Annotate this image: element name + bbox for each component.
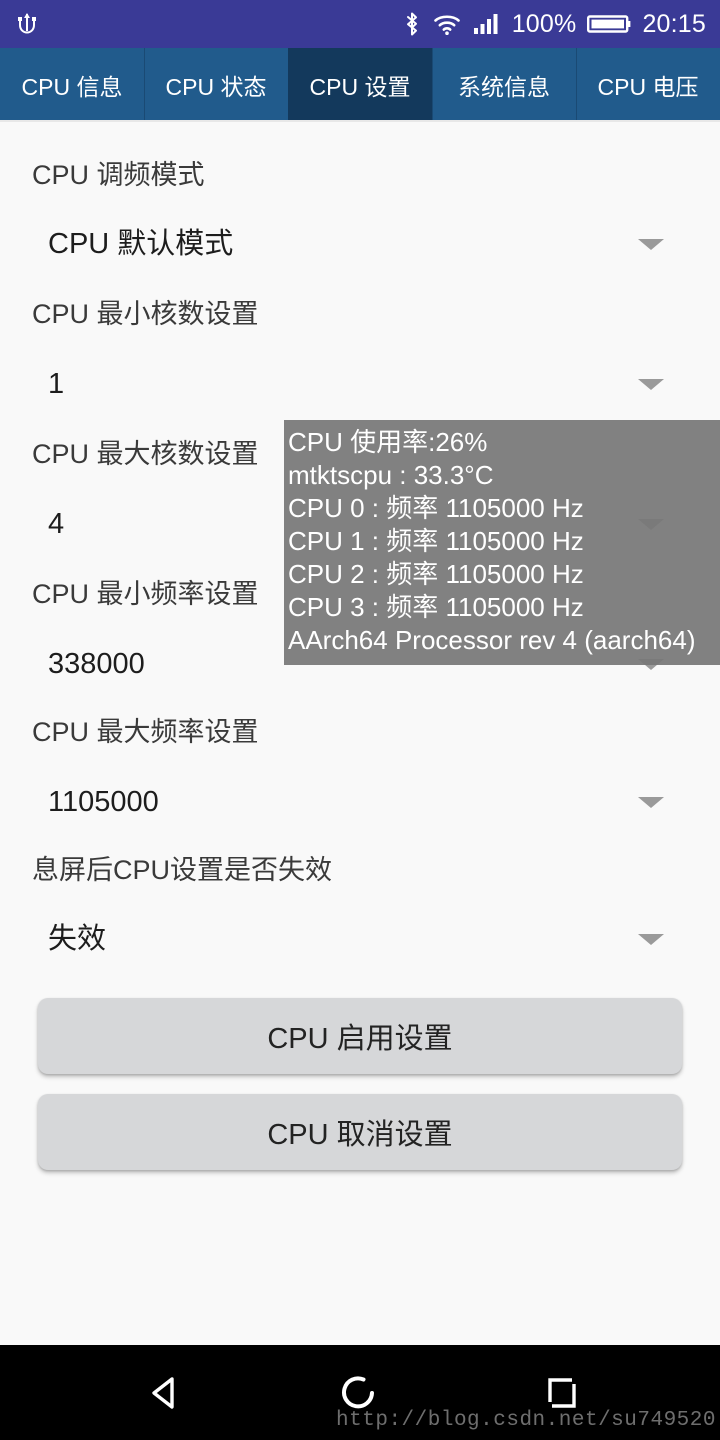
cpu-enable-settings-button[interactable]: CPU 启用设置: [38, 998, 682, 1074]
chevron-down-icon: [638, 797, 664, 808]
chevron-down-icon: [638, 379, 664, 390]
label-cpu-max-cores: CPU 最大核数设置: [32, 439, 259, 469]
label-screen-off-invalidate: 息屏后CPU设置是否失效: [32, 855, 333, 885]
tab-cpu-status[interactable]: CPU 状态: [144, 48, 288, 122]
back-triangle-icon: [143, 1371, 187, 1415]
status-bar-left: [16, 10, 38, 38]
tab-bar: CPU 信息 CPU 状态 CPU 设置 系统信息 CPU 电压: [0, 48, 720, 122]
tab-cpu-settings[interactable]: CPU 设置: [288, 48, 432, 122]
nav-back-button[interactable]: [105, 1345, 225, 1440]
toast-line-temperature: mtktscpu : 33.3°C: [288, 460, 494, 490]
battery-full-icon: [587, 10, 631, 38]
system-navigation-bar: http://blog.csdn.net/su749520: [0, 1345, 720, 1440]
spinner-value-cpu-max-frequency: 1105000: [48, 786, 159, 818]
wifi-icon: [432, 10, 462, 38]
tab-system-info[interactable]: 系统信息: [432, 48, 576, 122]
spinner-screen-off-invalidate[interactable]: 失效: [0, 925, 720, 954]
chevron-down-icon: [638, 239, 664, 250]
spinner-cpu-max-frequency[interactable]: 1105000: [0, 788, 720, 817]
chevron-down-icon: [638, 934, 664, 945]
spinner-cpu-governor-mode[interactable]: CPU 默认模式: [0, 230, 720, 259]
tab-cpu-voltage[interactable]: CPU 电压: [576, 48, 720, 122]
spinner-value-cpu-min-cores: 1: [48, 368, 65, 400]
toast-line-cpu2-frequency: CPU 2 : 频率 1105000 Hz: [288, 559, 584, 589]
settings-content: CPU 调频模式 CPU 默认模式 CPU 最小核数设置 1 CPU 最大核数设…: [0, 122, 720, 1345]
usb-debug-icon: [16, 10, 38, 38]
bluetooth-icon: [403, 10, 421, 38]
label-cpu-min-cores: CPU 最小核数设置: [32, 299, 259, 329]
battery-percent-label: 100%: [511, 9, 577, 38]
home-circle-icon: [338, 1371, 382, 1415]
toast-line-cpu0-frequency: CPU 0 : 频率 1105000 Hz: [288, 493, 584, 523]
cpu-info-toast: CPU 使用率:26% mtktscpu : 33.3°C CPU 0 : 频率…: [284, 420, 720, 665]
label-cpu-min-frequency: CPU 最小频率设置: [32, 579, 259, 609]
label-cpu-max-frequency: CPU 最大频率设置: [32, 717, 259, 747]
toast-line-cpu-usage: CPU 使用率:26%: [288, 427, 488, 457]
toast-line-processor: AArch64 Processor rev 4 (aarch64): [288, 625, 696, 655]
spinner-cpu-min-cores[interactable]: 1: [0, 370, 720, 399]
status-bar: 100% 20:15: [0, 0, 720, 48]
recents-square-icon: [540, 1371, 584, 1415]
spinner-value-cpu-governor-mode: CPU 默认模式: [48, 228, 234, 260]
cellular-signal-icon: [473, 10, 501, 38]
cpu-cancel-settings-button[interactable]: CPU 取消设置: [38, 1094, 682, 1170]
status-bar-right: 100% 20:15: [403, 10, 706, 38]
phone-screen: 100% 20:15 CPU 信息 CPU 状态 CPU 设置 系统信息 CPU…: [0, 0, 720, 1440]
clock-label: 20:15: [642, 9, 706, 38]
toast-line-cpu1-frequency: CPU 1 : 频率 1105000 Hz: [288, 526, 584, 556]
watermark-text: http://blog.csdn.net/su749520: [336, 1409, 716, 1432]
tab-cpu-info[interactable]: CPU 信息: [0, 48, 144, 122]
toast-line-cpu3-frequency: CPU 3 : 频率 1105000 Hz: [288, 592, 584, 622]
label-cpu-governor-mode: CPU 调频模式: [32, 160, 205, 190]
spinner-value-screen-off-invalidate: 失效: [48, 923, 107, 955]
